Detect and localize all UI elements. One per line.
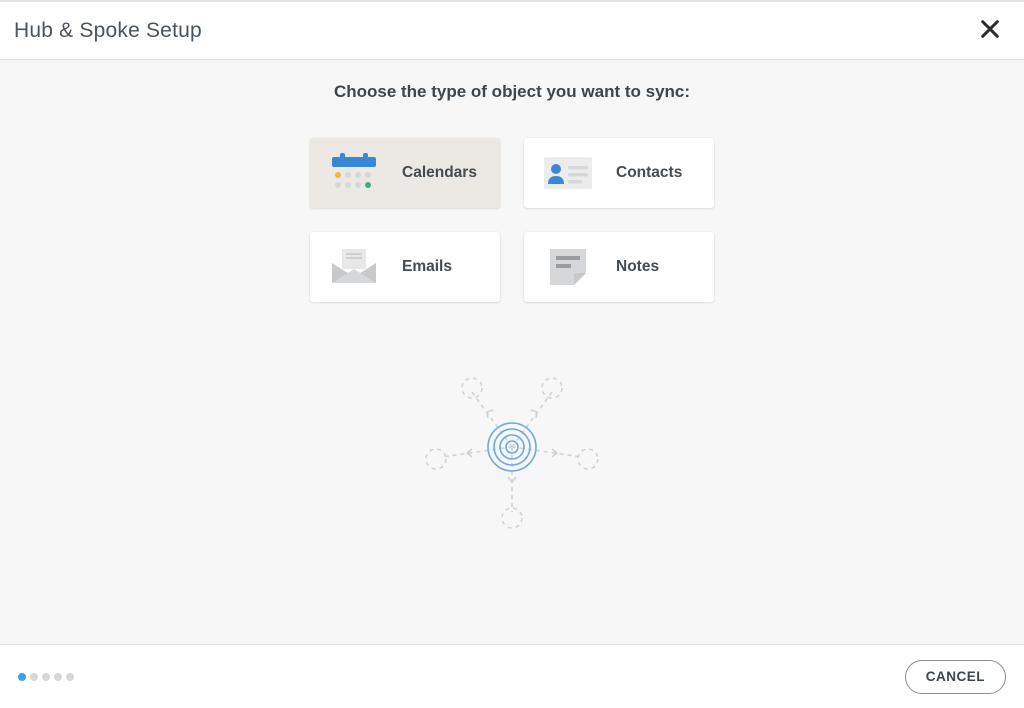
option-label: Emails: [402, 258, 452, 276]
modal-body: Choose the type of object you want to sy…: [0, 60, 1024, 644]
option-contacts[interactable]: Contacts: [524, 138, 714, 208]
contact-icon: [542, 153, 594, 193]
step-dot: [42, 673, 50, 681]
modal-footer: CANCEL: [0, 644, 1024, 708]
option-label: Calendars: [402, 164, 477, 182]
step-dot: [66, 673, 74, 681]
option-label: Contacts: [616, 164, 682, 182]
step-dot: [54, 673, 62, 681]
step-dot: [30, 673, 38, 681]
note-icon: [542, 247, 594, 287]
option-notes[interactable]: Notes: [524, 232, 714, 302]
step-dot: [18, 673, 26, 681]
close-button[interactable]: [970, 11, 1010, 51]
modal-title: Hub & Spoke Setup: [14, 19, 202, 43]
wizard-step-indicator: [18, 673, 74, 681]
close-icon: [979, 18, 1001, 43]
setup-wizard-modal: Hub & Spoke Setup Choose the type of obj…: [0, 0, 1024, 708]
cancel-button[interactable]: CANCEL: [905, 660, 1006, 694]
object-type-prompt: Choose the type of object you want to sy…: [334, 82, 690, 102]
option-label: Notes: [616, 258, 659, 276]
option-emails[interactable]: Emails: [310, 232, 500, 302]
hub-spoke-illustration: [412, 362, 612, 537]
option-calendars[interactable]: Calendars: [310, 138, 500, 208]
calendar-icon: [328, 153, 380, 193]
object-type-grid: Calendars Contacts: [310, 138, 714, 302]
modal-header: Hub & Spoke Setup: [0, 2, 1024, 60]
email-icon: [328, 247, 380, 287]
